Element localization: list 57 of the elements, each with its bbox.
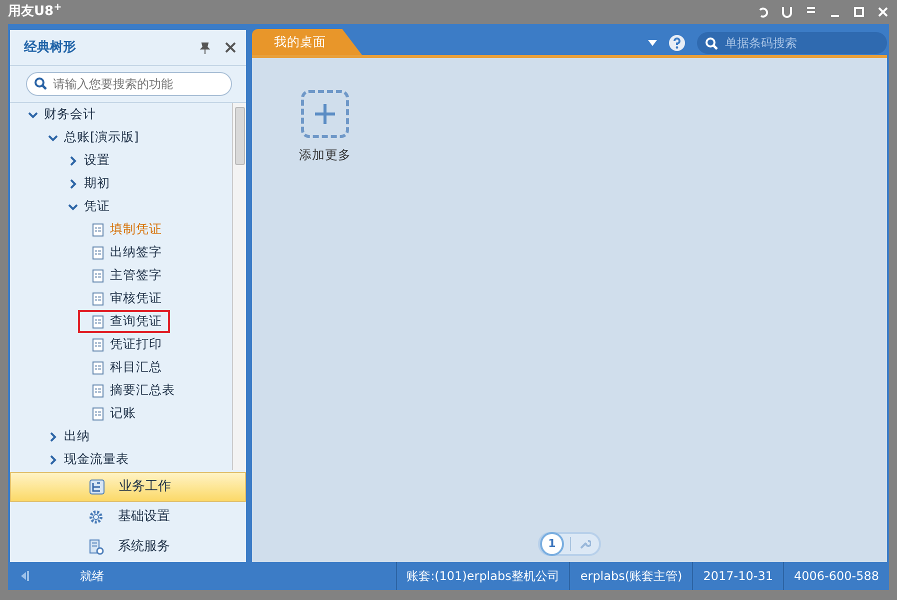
plus-icon (314, 103, 336, 125)
page-button[interactable]: 1 (542, 534, 562, 554)
document-icon (92, 222, 104, 236)
tree-item[interactable]: 主管签字 (92, 264, 162, 287)
chevron-right-icon[interactable] (68, 156, 78, 166)
search-field[interactable]: 请输入您要搜索的功能 (26, 72, 232, 96)
tree-item[interactable]: 凭证 (84, 197, 110, 216)
document-icon (92, 360, 104, 374)
tree-item[interactable]: 总账[演示版] (64, 128, 139, 147)
panel-title: 经典树形 (24, 38, 76, 57)
tree-item[interactable]: 查询凭证 (78, 310, 170, 333)
tree-item[interactable]: 设置 (84, 151, 110, 170)
app-title: 用友U8$^{+}$ (8, 2, 62, 22)
tree-item[interactable]: 记账 (92, 402, 136, 425)
status-field: 4006-600-588 (782, 562, 889, 590)
tree-icon (89, 479, 105, 495)
document-icon (92, 292, 104, 306)
document-icon (92, 268, 104, 282)
nav-button[interactable]: 系统服务 (10, 532, 246, 562)
search-field[interactable]: 单据条码搜索 (697, 32, 887, 54)
tree-item[interactable]: 期初 (84, 174, 110, 193)
gear-icon (88, 509, 104, 525)
nav-button[interactable]: 基础设置 (10, 502, 246, 532)
chevron-down-icon[interactable] (68, 202, 78, 212)
chevron-down-icon[interactable] (28, 110, 38, 120)
document-icon (92, 384, 104, 398)
chevron-down-icon[interactable] (48, 132, 58, 142)
tree-item[interactable]: 凭证打印 (92, 333, 162, 356)
document-icon (92, 246, 104, 260)
tree-item[interactable]: 现金流量表 (64, 450, 129, 469)
status-field: erplabs(账套主管) (569, 562, 692, 590)
tree-item[interactable]: 财务会计 (44, 105, 96, 124)
chevron-right-icon[interactable] (48, 454, 58, 464)
tree-item[interactable]: 出纳 (64, 427, 90, 446)
chevron-right-icon[interactable] (48, 432, 58, 442)
status-field: 账套:(101)erplabs整机公司 (396, 562, 570, 590)
nav-button[interactable]: 业务工作 (10, 472, 246, 502)
close-icon[interactable] (225, 42, 236, 52)
status-field: 2017-10-31 (692, 562, 783, 590)
add-button[interactable] (301, 90, 349, 138)
tree-item[interactable]: 科目汇总 (92, 356, 162, 379)
help-icon[interactable] (669, 34, 685, 50)
server-gear-icon (88, 539, 104, 555)
tree-item[interactable]: 审核凭证 (92, 287, 162, 310)
scrollbar[interactable] (232, 103, 246, 470)
document-icon (92, 406, 104, 420)
caret-down-icon[interactable] (648, 40, 657, 46)
pin-icon[interactable] (199, 42, 211, 54)
document-icon (92, 314, 104, 328)
tree-item[interactable]: 出纳签字 (92, 241, 162, 264)
add-label: 添加更多 (299, 146, 351, 164)
document-icon (92, 338, 104, 352)
undo-icon[interactable] (757, 6, 769, 18)
tree-item[interactable]: 摘要汇总表 (92, 379, 175, 402)
maximize-icon[interactable] (853, 6, 865, 18)
status-text: 就绪 (80, 568, 104, 585)
chevron-right-icon[interactable] (68, 178, 78, 188)
